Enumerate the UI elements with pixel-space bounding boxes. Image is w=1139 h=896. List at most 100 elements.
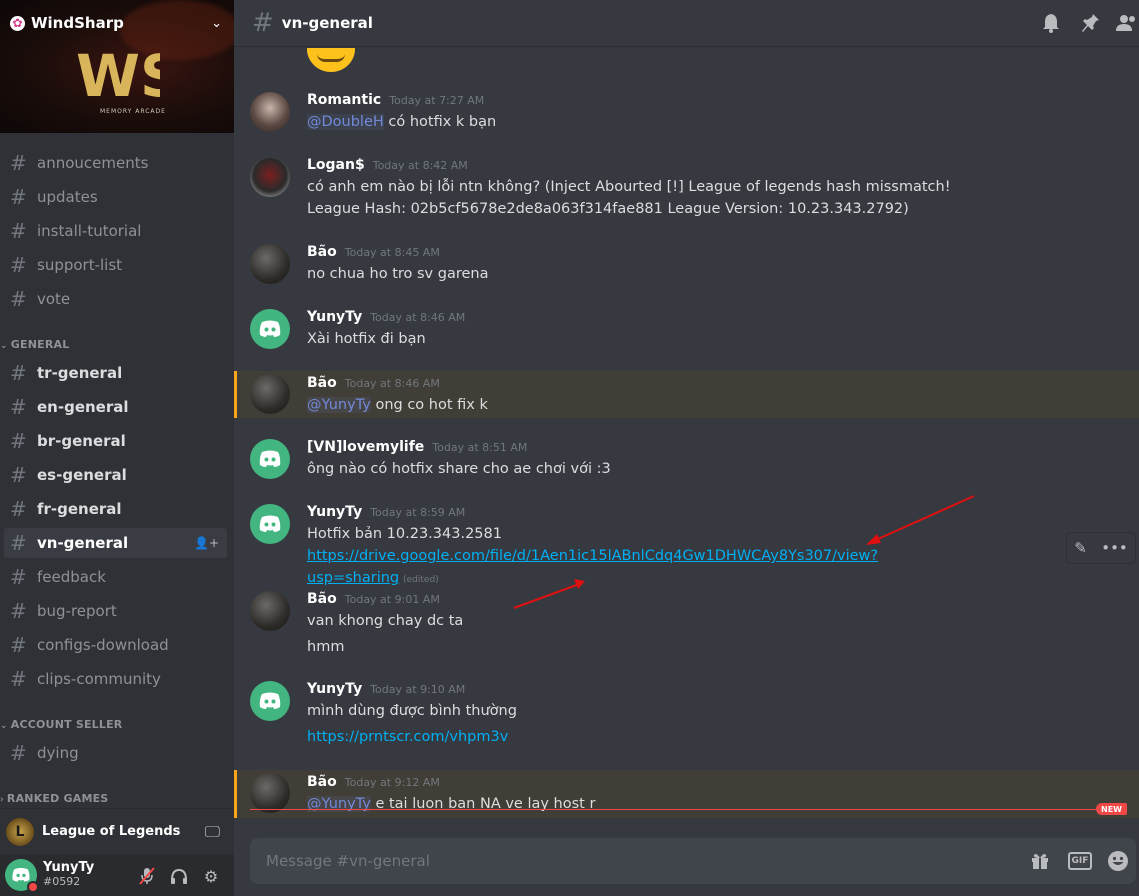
channel-updates[interactable]: # updates — [4, 182, 227, 212]
category-label: ACCOUNT SELLER — [10, 718, 123, 731]
channel-tr-general[interactable]: # tr-general — [4, 358, 227, 388]
message[interactable]: Bão Today at 8:46 AM @YunyTy ong co hot fi… — [234, 371, 1139, 418]
channel-en-general[interactable]: # en-general — [4, 392, 227, 422]
message-text: có hotfix k bạn — [383, 114, 497, 130]
channel-feedback[interactable]: # feedback — [4, 562, 227, 592]
message[interactable]: Romantic Today at 7:27 AM @DoubleH có hotf… — [234, 92, 1139, 144]
avatar[interactable] — [250, 374, 290, 414]
message-content: có anh em nào bị lỗi ntn không? (Inject … — [307, 176, 1007, 220]
hash-icon: # — [252, 8, 274, 38]
message-list[interactable]: Romantic Today at 7:27 AM @DoubleH có hotf… — [234, 48, 1139, 818]
category-general[interactable]: ⌄ GENERAL — [0, 338, 69, 351]
user-mention[interactable]: @DoubleH — [307, 114, 384, 130]
message-author[interactable]: Bão Today at 8:46 AM — [307, 375, 440, 391]
message[interactable]: [VN]lovemylife Today at 8:51 AM ông nào có… — [234, 439, 1139, 491]
message[interactable]: Logan$ Today at 8:42 AM có anh em nào bị l… — [234, 157, 1139, 231]
gif-button[interactable]: GIF — [1068, 852, 1092, 870]
avatar[interactable] — [250, 681, 290, 721]
channel-vote[interactable]: # vote — [4, 284, 227, 314]
avatar[interactable] — [250, 92, 290, 132]
league-of-legends-icon: L — [6, 817, 34, 846]
message[interactable]: YunyTy Today at 9:10 AM mình dùng được bìn… — [234, 681, 1139, 753]
channel-vn-general[interactable]: # vn-general 👤+ — [4, 528, 227, 558]
message-input[interactable] — [266, 852, 1006, 870]
channel-support-list[interactable]: # support-list — [4, 250, 227, 280]
server-header[interactable]: ✿ WindSharp ⌄ — [10, 13, 222, 33]
channel-bug-report[interactable]: # bug-report — [4, 596, 227, 626]
author-name[interactable]: Romantic — [307, 92, 381, 108]
category-ranked-games[interactable]: › RANKED GAMES — [0, 792, 108, 805]
avatar[interactable] — [250, 773, 290, 813]
gift-icon[interactable] — [1028, 850, 1052, 872]
channel-sidebar: ✿ WindSharp ⌄ WS MEMORY ARCADE # annoucem… — [0, 0, 234, 896]
more-options-icon[interactable]: ••• — [1101, 539, 1128, 557]
author-name[interactable]: YunyTy — [307, 681, 362, 697]
mute-mic-icon[interactable] — [136, 866, 158, 886]
chevron-down-icon[interactable]: ⌄ — [211, 16, 222, 31]
discord-app: ✿ WindSharp ⌄ WS MEMORY ARCADE # annoucem… — [0, 0, 1139, 896]
author-name[interactable]: [VN]lovemylife — [307, 439, 424, 455]
message-author[interactable]: YunyTy Today at 8:46 AM — [307, 309, 465, 325]
author-name[interactable]: YunyTy — [307, 504, 362, 520]
message-content: Xài hotfix đi bạn — [307, 328, 1007, 350]
avatar[interactable] — [250, 157, 290, 197]
author-name[interactable]: Bão — [307, 591, 337, 607]
author-name[interactable]: Bão — [307, 375, 337, 391]
pin-icon[interactable] — [1079, 11, 1103, 35]
message-author[interactable]: Romantic Today at 7:27 AM — [307, 92, 484, 108]
members-icon[interactable] — [1115, 11, 1139, 35]
message[interactable]: YunyTy Today at 8:46 AM Xài hotfix đi bạn — [234, 309, 1139, 361]
channel-dying[interactable]: # dying — [4, 738, 227, 768]
channel-clips-community[interactable]: # clips-community — [4, 664, 227, 694]
server-name: WindSharp — [31, 14, 124, 32]
message-content: ông nào có hotfix share cho ae chơi với … — [307, 458, 1007, 480]
avatar[interactable] — [5, 859, 39, 893]
author-name[interactable]: YunyTy — [307, 309, 362, 325]
message-author[interactable]: YunyTy Today at 8:59 AM — [307, 504, 465, 520]
message-content: no chua ho tro sv garena — [307, 263, 1007, 285]
gear-icon[interactable]: ⚙ — [200, 866, 222, 886]
avatar[interactable] — [250, 244, 290, 284]
message-author[interactable]: Logan$ Today at 8:42 AM — [307, 157, 468, 173]
discord-logo-icon — [259, 450, 281, 467]
new-messages-divider — [250, 809, 1126, 810]
message-content: @DoubleH có hotfix k bạn — [307, 111, 1007, 133]
channel-annoucements[interactable]: # annoucements — [4, 148, 227, 178]
author-name[interactable]: Logan$ — [307, 157, 365, 173]
channel-es-general[interactable]: # es-general — [4, 460, 227, 490]
avatar[interactable] — [250, 439, 290, 479]
message-author[interactable]: Bão Today at 9:01 AM — [307, 591, 440, 607]
message-text: Xài hotfix đi bạn — [307, 331, 426, 347]
message-author[interactable]: Bão Today at 9:12 AM — [307, 774, 440, 790]
channel-fr-general[interactable]: # fr-general — [4, 494, 227, 524]
server-banner[interactable]: ✿ WindSharp ⌄ WS MEMORY ARCADE — [0, 0, 234, 133]
message-link[interactable]: https://prntscr.com/vhpm3v — [307, 729, 508, 745]
author-name[interactable]: Bão — [307, 774, 337, 790]
invite-user-icon[interactable]: 👤+ — [194, 536, 219, 550]
message[interactable]: Bão Today at 8:45 AM no chua ho tro sv gar… — [234, 244, 1139, 296]
screen-share-icon[interactable]: 🖵 — [205, 822, 220, 842]
channel-configs-download[interactable]: # configs-download — [4, 630, 227, 660]
avatar[interactable] — [250, 309, 290, 349]
bell-icon[interactable] — [1039, 11, 1063, 35]
discord-logo-icon — [259, 692, 281, 709]
avatar[interactable] — [250, 591, 290, 631]
category-account-seller[interactable]: ⌄ ACCOUNT SELLER — [0, 718, 122, 731]
message[interactable]: Bão Today at 9:12 AM @YunyTy e tai luon ba… — [234, 770, 1139, 818]
timestamp: Today at 9:10 AM — [370, 683, 466, 696]
message-author[interactable]: [VN]lovemylife Today at 8:51 AM — [307, 439, 527, 455]
edit-icon[interactable]: ✎ — [1074, 539, 1087, 557]
message-author[interactable]: Bão Today at 8:45 AM — [307, 244, 440, 260]
author-name[interactable]: Bão — [307, 244, 337, 260]
avatar[interactable] — [250, 504, 290, 544]
emoji-picker-icon[interactable] — [1106, 850, 1130, 872]
message-author[interactable]: YunyTy Today at 9:10 AM — [307, 681, 465, 697]
timestamp: Today at 8:51 AM — [432, 441, 528, 454]
hash-icon: # — [10, 633, 27, 657]
channel-install-tutorial[interactable]: # install-tutorial — [4, 216, 227, 246]
user-mention[interactable]: @YunyTy — [307, 397, 371, 413]
hash-icon: # — [10, 531, 27, 555]
headphones-icon[interactable] — [168, 866, 190, 886]
channel-br-general[interactable]: # br-general — [4, 426, 227, 456]
hash-icon: # — [10, 151, 27, 175]
